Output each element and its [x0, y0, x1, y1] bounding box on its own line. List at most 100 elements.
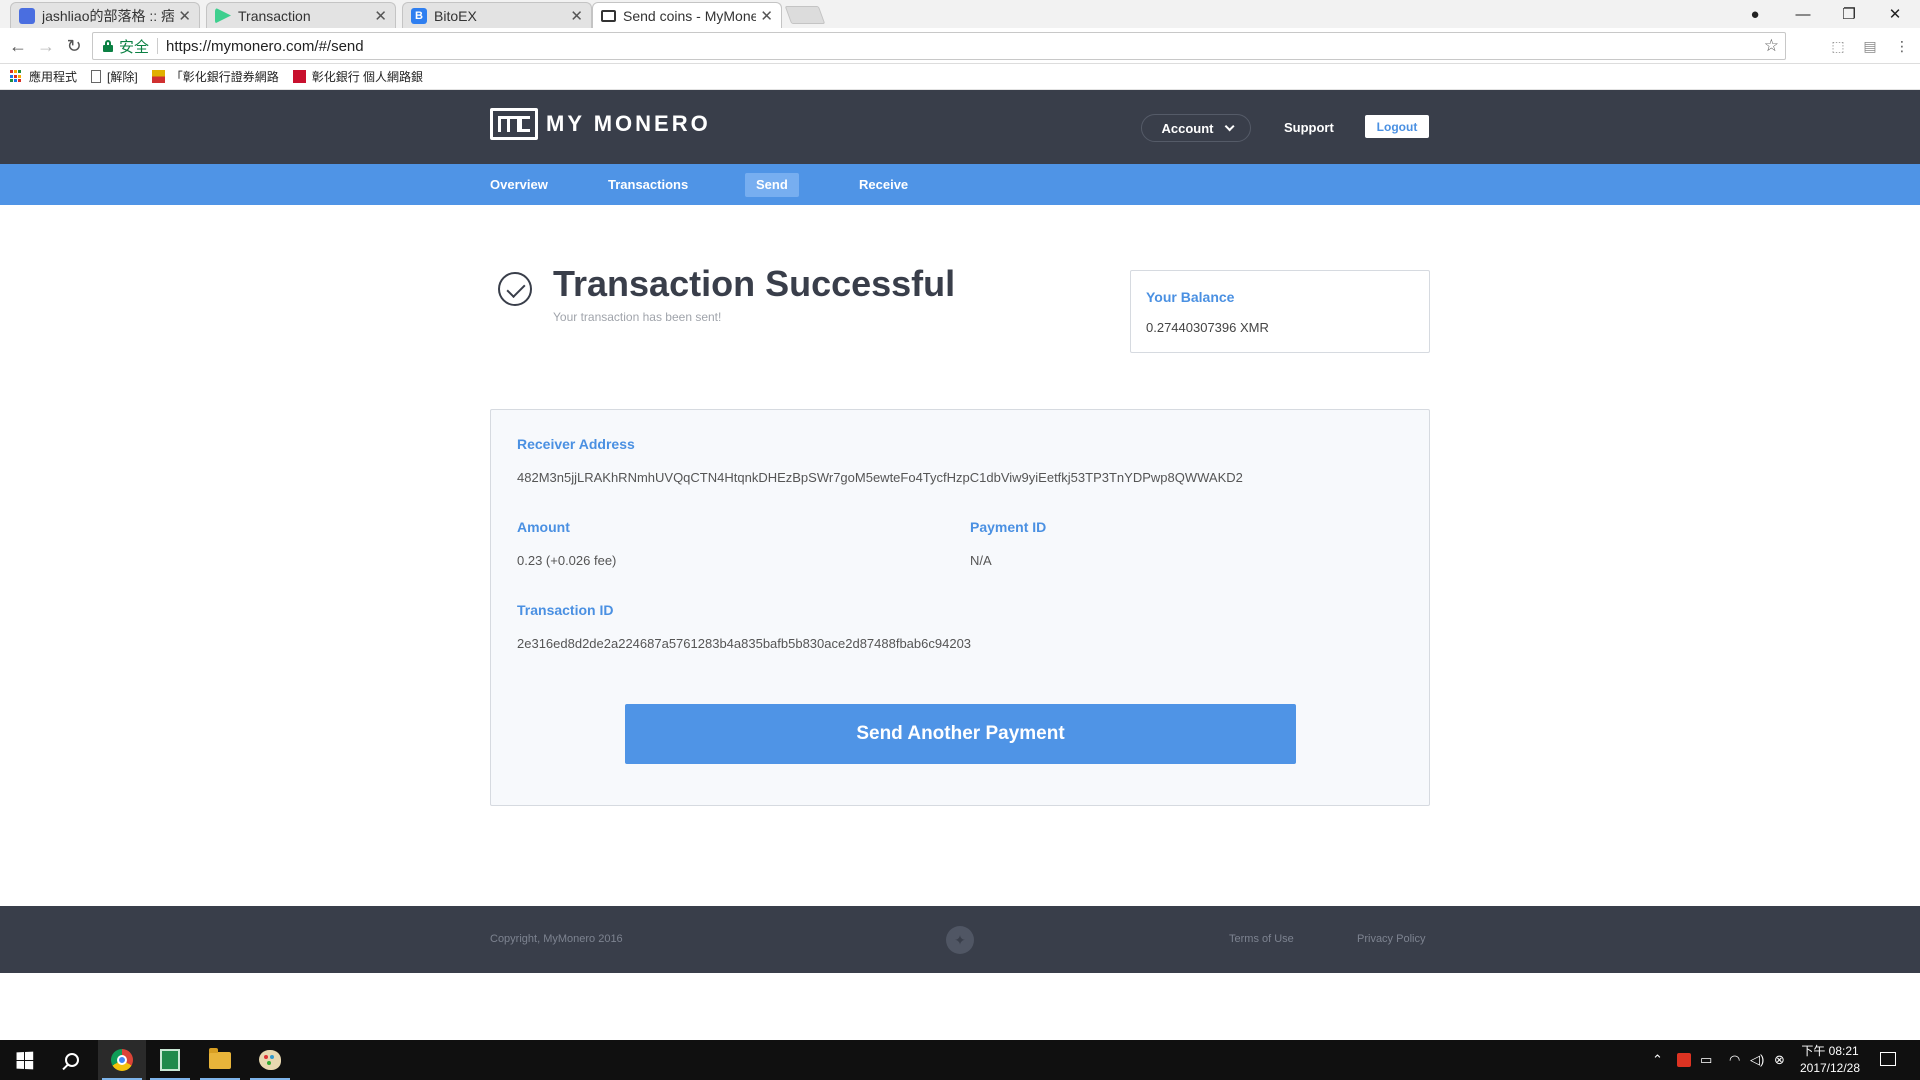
- balance-card: Your Balance 0.27440307396 XMR: [1130, 270, 1430, 353]
- address-bar[interactable]: 安全 https://mymonero.com/#/send ☆: [92, 32, 1786, 60]
- battery-icon[interactable]: ▭: [1700, 1040, 1712, 1080]
- tray-overflow-icon[interactable]: ⌃: [1652, 1040, 1663, 1080]
- logout-button[interactable]: Logout: [1365, 115, 1429, 138]
- terms-link[interactable]: Terms of Use: [1229, 933, 1294, 945]
- nav-receive[interactable]: Receive: [859, 164, 908, 205]
- checkmark-circle-icon: [498, 272, 532, 306]
- balance-value: 0.27440307396 XMR: [1146, 320, 1269, 335]
- chrome-icon: [111, 1049, 133, 1071]
- payment-id-value: N/A: [970, 553, 992, 568]
- send-another-payment-button[interactable]: Send Another Payment: [625, 704, 1296, 764]
- taskbar-clock[interactable]: 下午 08:21 2017/12/28: [1790, 1043, 1870, 1077]
- reload-icon[interactable]: ↻: [62, 34, 86, 58]
- receiver-address-value: 482M3n5jjLRAKhRNmhUVQqCTN4HtqnkDHEzBpSWr…: [517, 470, 1243, 485]
- bookmark-label: 應用程式: [29, 70, 78, 84]
- amount-label: Amount: [517, 519, 570, 535]
- transaction-details-panel: Receiver Address 482M3n5jjLRAKhRNmhUVQqC…: [490, 409, 1430, 806]
- bookmark-unblock[interactable]: [解除]: [91, 68, 138, 85]
- browser-tab-bitoex[interactable]: B BitoEX ✕: [402, 2, 592, 28]
- bookmark-label: 「彰化銀行證券網路: [170, 70, 279, 84]
- menu-icon[interactable]: ⋮: [1893, 37, 1911, 55]
- secure-label: 安全: [119, 38, 150, 56]
- clock-time: 下午 08:21: [1801, 1044, 1859, 1058]
- notification-center-icon[interactable]: [1880, 1052, 1896, 1066]
- bookmark-label: [解除]: [107, 70, 138, 84]
- back-icon[interactable]: ←: [6, 34, 30, 58]
- receiver-address-label: Receiver Address: [517, 436, 635, 452]
- new-tab-button[interactable]: [784, 6, 826, 24]
- transaction-favicon-icon: [215, 7, 231, 24]
- logo-text: MY MONERO: [546, 111, 711, 136]
- taskbar-file-explorer[interactable]: [196, 1040, 244, 1080]
- twitter-icon[interactable]: ✦: [946, 926, 974, 954]
- url-text[interactable]: https://mymonero.com/#/send: [166, 38, 1764, 55]
- payment-id-label: Payment ID: [970, 519, 1047, 535]
- extension-icon[interactable]: ▤: [1861, 37, 1879, 55]
- bookmark-apps[interactable]: 應用程式: [10, 68, 77, 85]
- lock-icon: [103, 40, 113, 52]
- browser-toolbar: ← → ↻ 安全 https://mymonero.com/#/send ☆ ⬚…: [0, 28, 1920, 64]
- bookmark-chb-securities[interactable]: 「彰化銀行證券網路: [151, 68, 279, 85]
- tab-close-icon[interactable]: ✕: [570, 7, 583, 25]
- wifi-icon[interactable]: ◠: [1729, 1040, 1740, 1080]
- tab-close-icon[interactable]: ✕: [178, 7, 191, 25]
- copyright-text: Copyright, MyMonero 2016: [490, 933, 623, 945]
- page-title: Transaction Successful: [553, 263, 956, 304]
- amount-value: 0.23 (+0.026 fee): [517, 553, 617, 568]
- tab-title: BitoEX: [434, 7, 477, 24]
- search-icon: [65, 1053, 79, 1067]
- apps-grid-icon: [10, 70, 23, 83]
- browser-tab-jashliao[interactable]: jashliao的部落格 :: 痞客邦 ✕: [10, 2, 200, 28]
- tab-title: jashliao的部落格 :: 痞客邦: [42, 7, 175, 24]
- folder-icon: [209, 1047, 231, 1069]
- search-button[interactable]: [48, 1040, 96, 1080]
- site-header: MY MONERO Account Support Logout: [0, 90, 1920, 164]
- chevron-down-icon: [1224, 120, 1235, 131]
- browser-tab-strip: jashliao的部落格 :: 痞客邦 ✕ Transaction ✕ B Bi…: [0, 0, 1920, 29]
- privacy-link[interactable]: Privacy Policy: [1357, 933, 1425, 945]
- restore-icon[interactable]: ❐: [1826, 0, 1872, 28]
- bank-red-icon: [292, 70, 306, 83]
- bookmark-chb-personal[interactable]: 彰化銀行 個人網路銀: [292, 68, 424, 85]
- pdf-extension-icon[interactable]: ⬚: [1829, 37, 1847, 55]
- transaction-id-value: 2e316ed8d2de2a224687a5761283b4a835bafb5b…: [517, 636, 972, 651]
- start-button[interactable]: [0, 1040, 48, 1080]
- site-footer: Copyright, MyMonero 2016 ✦ Terms of Use …: [0, 906, 1920, 973]
- page-icon: [91, 70, 102, 83]
- omnibox-divider: [157, 38, 159, 54]
- nav-overview[interactable]: Overview: [490, 164, 548, 205]
- bank-flag-icon: [151, 70, 165, 83]
- volume-icon[interactable]: ◁): [1750, 1040, 1764, 1080]
- status-x-icon[interactable]: ⊗: [1774, 1040, 1785, 1080]
- nav-send[interactable]: Send: [745, 173, 799, 197]
- bookmark-star-icon[interactable]: ☆: [1764, 36, 1779, 56]
- page-subtitle: Your transaction has been sent!: [553, 310, 722, 324]
- tab-close-icon[interactable]: ✕: [374, 7, 387, 25]
- close-window-icon[interactable]: ✕: [1872, 0, 1918, 28]
- browser-tab-mymonero[interactable]: Send coins - MyMonero ✕: [592, 2, 782, 29]
- antivirus-icon[interactable]: [1677, 1040, 1691, 1080]
- mymonero-favicon-icon: [601, 10, 616, 22]
- bookmark-label: 彰化銀行 個人網路銀: [311, 70, 424, 84]
- account-label: Account: [1161, 120, 1214, 136]
- bookmarks-bar: 應用程式 [解除] 「彰化銀行證券網路 彰化銀行 個人網路銀: [0, 64, 1920, 90]
- support-link[interactable]: Support: [1284, 120, 1334, 135]
- spreadsheet-icon: [160, 1049, 180, 1071]
- paint-palette-icon: [259, 1050, 281, 1070]
- browser-tab-transaction[interactable]: Transaction ✕: [206, 2, 396, 28]
- taskbar-spreadsheet[interactable]: [146, 1040, 194, 1080]
- taskbar-paint[interactable]: [246, 1040, 294, 1080]
- windows-taskbar: ⌃ ▭ ◠ ◁) ⊗ 下午 08:21 2017/12/28: [0, 1040, 1920, 1080]
- nav-transactions[interactable]: Transactions: [608, 164, 688, 205]
- tab-close-icon[interactable]: ✕: [760, 7, 773, 25]
- transaction-id-label: Transaction ID: [517, 602, 614, 618]
- main-nav: Overview Transactions Send Receive: [0, 164, 1920, 205]
- forward-icon[interactable]: →: [34, 34, 58, 58]
- profile-icon[interactable]: ●: [1732, 0, 1778, 28]
- account-dropdown[interactable]: Account: [1141, 114, 1251, 142]
- tab-title: Transaction: [238, 7, 311, 24]
- taskbar-chrome[interactable]: [98, 1040, 146, 1080]
- mymonero-logo[interactable]: MY MONERO: [490, 108, 711, 140]
- minimize-icon[interactable]: —: [1780, 0, 1826, 28]
- clock-date: 2017/12/28: [1799, 1061, 1861, 1075]
